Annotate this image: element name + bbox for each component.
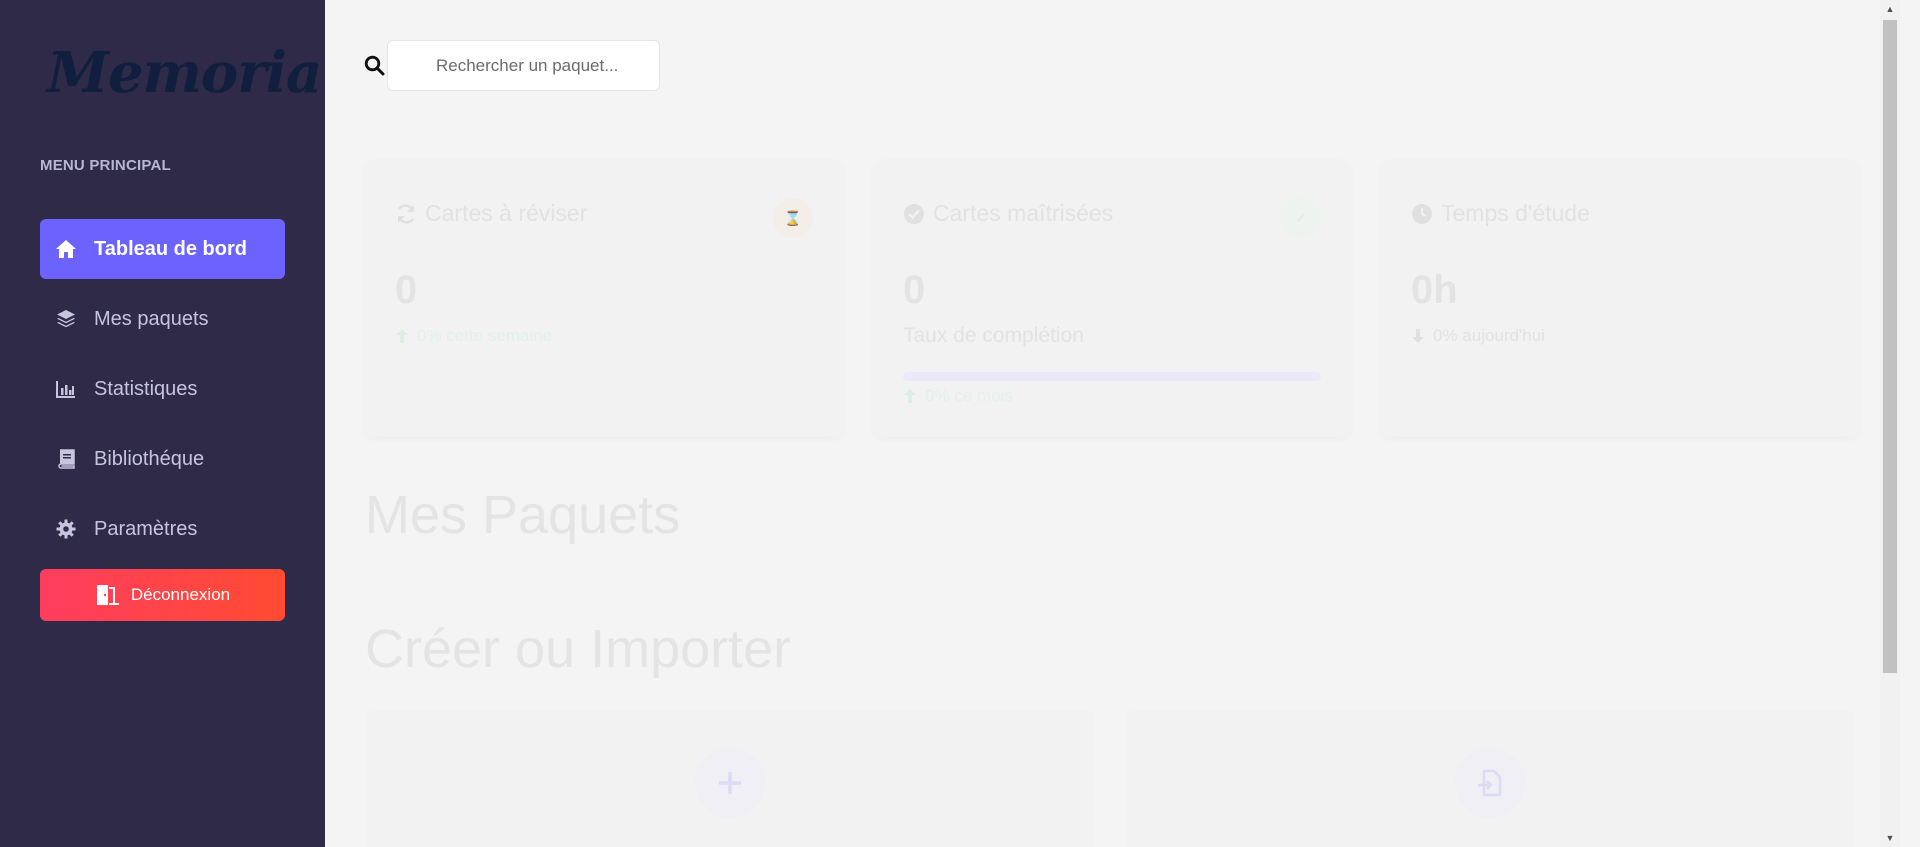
scroll-down-arrow[interactable]: ▼ xyxy=(1880,829,1900,847)
import-pack-card[interactable] xyxy=(1125,710,1855,847)
stat-trend-text: 0% aujourd'hui xyxy=(1433,326,1545,345)
stat-card-title-text: Cartes à réviser xyxy=(425,200,588,226)
sidebar-item-label: Paramètres xyxy=(94,517,198,540)
sidebar-item-label: Statistiques xyxy=(94,377,198,400)
search-icon xyxy=(364,55,385,81)
menu-heading: MENU PRINCIPAL xyxy=(40,157,171,174)
gear-icon xyxy=(54,517,78,541)
stat-card-mastered: Cartes maîtrisées ✓ 0 Taux de complétion… xyxy=(873,160,1351,437)
sidebar-item-packs[interactable]: Mes paquets xyxy=(40,289,285,349)
search-input[interactable] xyxy=(387,40,660,91)
sidebar-item-settings[interactable]: Paramètres xyxy=(40,499,285,559)
stat-card-study-time: Temps d'étude 0h 0% aujourd'hui xyxy=(1381,160,1859,437)
packs-section-title: Mes Paquets xyxy=(365,485,681,545)
stat-value: 0h xyxy=(1411,268,1458,312)
sidebar-item-statistics[interactable]: Statistiques xyxy=(40,359,285,419)
stat-card-review: Cartes à réviser ⌛ 0 0% cette semaine xyxy=(365,160,843,437)
stat-trend: 0% ce mois xyxy=(903,386,1013,406)
door-exit-icon xyxy=(95,584,121,606)
check-circle-icon xyxy=(903,203,925,225)
stat-card-title-text: Cartes maîtrisées xyxy=(933,200,1114,226)
stat-card-title: Temps d'étude xyxy=(1411,200,1590,227)
clock-icon xyxy=(1411,203,1433,225)
logout-button[interactable]: Déconnexion xyxy=(40,569,285,621)
vertical-scrollbar[interactable]: ▲ ▼ xyxy=(1880,0,1900,847)
sidebar-item-label: Bibliothéque xyxy=(94,447,205,470)
scroll-up-arrow[interactable]: ▲ xyxy=(1880,0,1900,18)
scroll-thumb[interactable] xyxy=(1883,20,1897,673)
plus-icon xyxy=(695,748,765,818)
sidebar-item-library[interactable]: Bibliothéque xyxy=(40,429,285,489)
app-logo[interactable]: Memoria xyxy=(47,40,322,106)
completion-progress-bar xyxy=(903,372,1321,381)
sidebar-item-label: Tableau de bord xyxy=(94,237,247,260)
review-badge-icon: ⌛ xyxy=(773,198,813,238)
stat-trend-text: 0% ce mois xyxy=(925,386,1013,405)
sidebar: Memoria MENU PRINCIPAL Tableau de bord M… xyxy=(0,0,325,847)
stat-trend-text: 0% cette semaine xyxy=(417,326,553,345)
stat-trend: 0% aujourd'hui xyxy=(1411,326,1545,346)
stat-trend: 0% cette semaine xyxy=(395,326,552,346)
refresh-icon xyxy=(395,203,417,225)
book-icon xyxy=(54,447,78,471)
arrow-up-icon xyxy=(903,388,917,404)
stat-card-title: Cartes maîtrisées xyxy=(903,200,1113,227)
sidebar-item-label: Mes paquets xyxy=(94,307,209,330)
stat-value: 0 xyxy=(395,268,418,312)
stat-card-title: Cartes à réviser xyxy=(395,200,587,227)
mastered-badge-icon: ✓ xyxy=(1281,198,1321,238)
arrow-up-icon xyxy=(395,328,409,344)
logout-label: Déconnexion xyxy=(130,585,231,604)
completion-label: Taux de complétion xyxy=(903,324,1084,347)
file-import-icon xyxy=(1455,748,1525,818)
arrow-down-icon xyxy=(1411,328,1425,344)
create-pack-card[interactable] xyxy=(365,710,1095,847)
stat-card-title-text: Temps d'étude xyxy=(1441,200,1590,226)
home-icon xyxy=(54,237,78,261)
layers-icon xyxy=(54,307,78,331)
main-content: Cartes à réviser ⌛ 0 0% cette semaine Ca… xyxy=(325,0,1900,847)
stat-value: 0 xyxy=(903,268,926,312)
sidebar-item-dashboard[interactable]: Tableau de bord xyxy=(40,219,285,279)
create-section-title: Créer ou Importer xyxy=(365,619,792,679)
chart-icon xyxy=(54,377,78,401)
